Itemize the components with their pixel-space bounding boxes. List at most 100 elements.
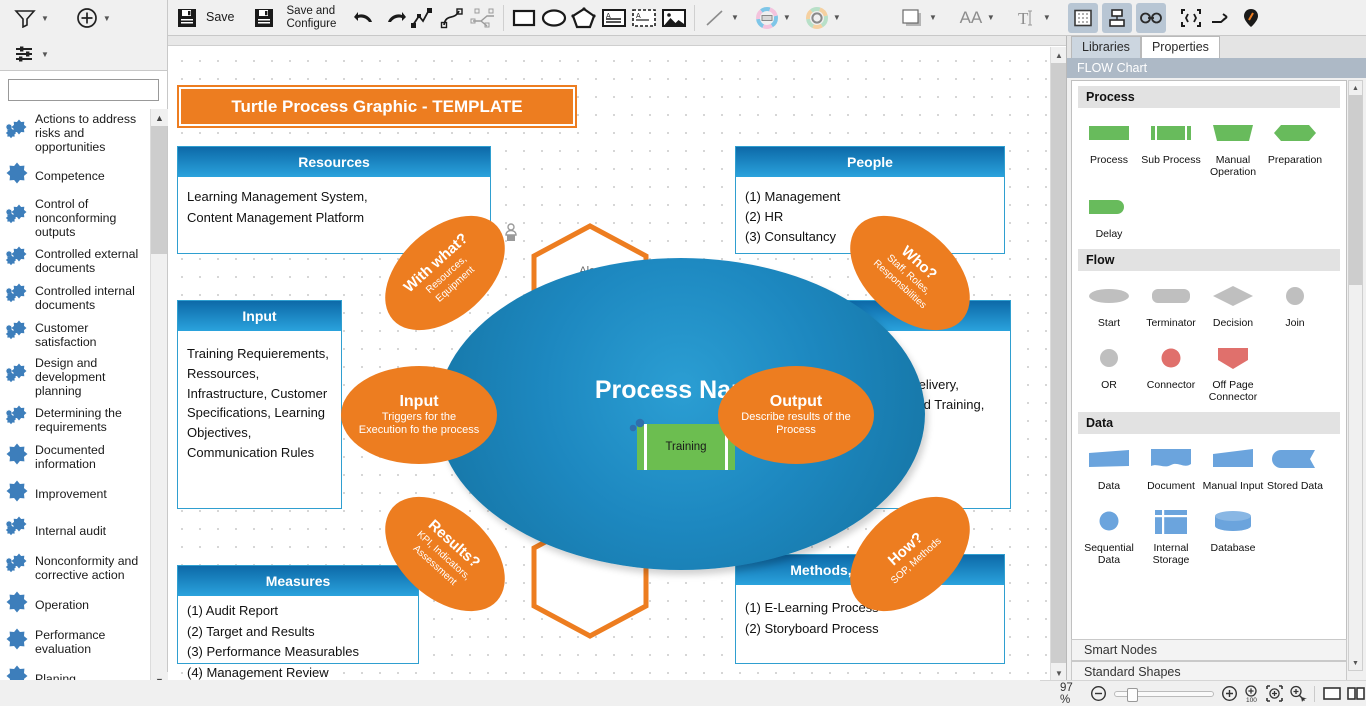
shape-scroll-down-arrow[interactable]: ▼: [1349, 656, 1362, 670]
petal-output[interactable]: Output Describe results of the Process: [718, 366, 874, 464]
two-page-view-icon[interactable]: [1346, 685, 1366, 702]
shape-section-header-process[interactable]: Process: [1078, 86, 1340, 108]
ellipse-icon[interactable]: [539, 3, 569, 33]
snap-arrow-icon[interactable]: [1206, 3, 1236, 33]
polygon-icon[interactable]: [569, 3, 599, 33]
shape-or[interactable]: OR: [1078, 341, 1140, 403]
library-button-smart-nodes[interactable]: Smart Nodes: [1071, 639, 1347, 661]
color-wheel-fill-icon[interactable]: [752, 3, 782, 33]
sidebar-item-3[interactable]: Controlled external documents: [0, 242, 150, 279]
save-button[interactable]: [172, 3, 202, 33]
image-icon[interactable]: [659, 3, 689, 33]
sidebar-scroll-thumb[interactable]: [151, 126, 167, 254]
location-pin-icon[interactable]: [1236, 3, 1266, 33]
zoom-slider[interactable]: [1114, 691, 1214, 697]
sidebar-item-6[interactable]: Design and development planning: [0, 353, 150, 401]
zoom-slider-knob[interactable]: [1127, 688, 1138, 702]
shape-database[interactable]: Database: [1202, 504, 1264, 566]
sidebar-item-4[interactable]: Controlled internal documents: [0, 279, 150, 316]
shape-preparation[interactable]: Preparation: [1264, 116, 1326, 178]
petal-input[interactable]: Input Triggers for the Execution fo the …: [341, 366, 497, 464]
shape-connector[interactable]: Connector: [1140, 341, 1202, 403]
align-icon[interactable]: [1102, 3, 1132, 33]
funnel-icon[interactable]: [10, 3, 40, 33]
shape-document[interactable]: Document: [1140, 442, 1202, 492]
rectangle-icon[interactable]: [509, 3, 539, 33]
sidebar-item-9[interactable]: Improvement: [0, 475, 150, 512]
line-style-caret[interactable]: ▼: [731, 13, 739, 22]
shape-scroll-thumb[interactable]: [1349, 95, 1362, 285]
shape-stored-data[interactable]: Stored Data: [1264, 442, 1326, 492]
zoom-100-icon[interactable]: 100: [1242, 684, 1261, 703]
dashed-text-box-icon[interactable]: A: [629, 3, 659, 33]
sidebar-item-7[interactable]: Determining the requirements: [0, 401, 150, 438]
shape-manual-operation[interactable]: Manual Operation: [1202, 116, 1264, 178]
diagonal-line-icon[interactable]: [700, 3, 730, 33]
shape-library-scrollbar[interactable]: ▲ ▼: [1348, 80, 1363, 671]
expand-brackets-icon[interactable]: [1176, 3, 1206, 33]
sidebar-item-11[interactable]: Nonconformity and corrective action: [0, 549, 150, 586]
sidebar-item-2[interactable]: Control of nonconforming outputs: [0, 194, 150, 242]
shape-terminator[interactable]: Terminator: [1140, 279, 1202, 329]
sidebar-item-10[interactable]: Internal audit: [0, 512, 150, 549]
settings-dropdown-caret[interactable]: ▼: [41, 50, 49, 59]
shape-scroll-up-arrow[interactable]: ▲: [1349, 81, 1362, 95]
color-wheel-line-icon[interactable]: [802, 3, 832, 33]
shape-section-header-data[interactable]: Data: [1078, 412, 1340, 434]
shape-internal-storage[interactable]: Internal Storage: [1140, 504, 1202, 566]
zoom-select-icon[interactable]: [1288, 684, 1307, 703]
fit-page-icon[interactable]: [1265, 684, 1284, 703]
add-dropdown-caret[interactable]: ▼: [103, 14, 111, 23]
sidebar-scrollbar[interactable]: ▲ ▼: [150, 109, 167, 689]
shadow-square-icon[interactable]: [898, 3, 928, 33]
shape-section-header-flow[interactable]: Flow: [1078, 249, 1340, 271]
shape-start[interactable]: Start: [1078, 279, 1140, 329]
save-configure-label-line1[interactable]: Save and: [287, 5, 337, 18]
text-box-icon[interactable]: A: [599, 3, 629, 33]
sliders-icon[interactable]: [10, 39, 40, 69]
link-icon[interactable]: [1136, 3, 1166, 33]
plus-circle-icon[interactable]: [72, 3, 102, 33]
canvas-vscroll-thumb[interactable]: [1051, 63, 1066, 663]
grid-icon[interactable]: [1068, 3, 1098, 33]
redo-icon[interactable]: [380, 3, 410, 33]
panel-input[interactable]: Input Training Requierements, Ressources…: [177, 300, 342, 509]
canvas-scroll-up-arrow[interactable]: ▲: [1051, 47, 1067, 63]
text-tool-caret[interactable]: ▼: [1043, 13, 1051, 22]
font-size-icon[interactable]: AA: [956, 3, 986, 33]
tab-properties[interactable]: Properties: [1141, 36, 1220, 58]
shape-decision[interactable]: Decision: [1202, 279, 1264, 329]
search-input[interactable]: [8, 79, 159, 101]
sidebar-item-0[interactable]: Actions to address risks and opportuniti…: [0, 109, 150, 157]
undo-icon[interactable]: [350, 3, 380, 33]
line-color-caret[interactable]: ▼: [833, 13, 841, 22]
polyline-icon[interactable]: [408, 3, 438, 33]
tab-libraries[interactable]: Libraries: [1071, 36, 1141, 58]
sidebar-item-12[interactable]: Operation: [0, 586, 150, 623]
shape-process[interactable]: Process: [1078, 116, 1140, 178]
font-size-caret[interactable]: ▼: [987, 13, 995, 22]
save-label[interactable]: Save: [206, 11, 235, 24]
diagram-canvas[interactable]: Turtle Process Graphic - TEMPLATE Resour…: [168, 47, 1050, 681]
minus-circle-icon[interactable]: [1090, 685, 1107, 702]
panel-measures[interactable]: Measures (1) Audit Report (2) Target and…: [177, 565, 419, 664]
sidebar-scroll-up-arrow[interactable]: ▲: [151, 109, 168, 126]
fill-color-caret[interactable]: ▼: [783, 13, 791, 22]
save-and-configure-button[interactable]: [249, 3, 279, 33]
canvas-scroll-down-arrow[interactable]: ▼: [1051, 665, 1067, 681]
shape-join[interactable]: Join: [1264, 279, 1326, 329]
sidebar-item-8[interactable]: Documented information: [0, 438, 150, 475]
sidebar-item-5[interactable]: Customer satisfaction: [0, 316, 150, 353]
shape-off-page-connector[interactable]: Off Page Connector: [1202, 341, 1264, 403]
canvas-vertical-scrollbar[interactable]: ▲ ▼: [1050, 47, 1066, 681]
sidebar-item-13[interactable]: Performance evaluation: [0, 623, 150, 660]
save-configure-label-line2[interactable]: Configure: [287, 18, 337, 31]
diagram-title-banner[interactable]: Turtle Process Graphic - TEMPLATE: [177, 85, 577, 128]
shape-data[interactable]: Data: [1078, 442, 1140, 492]
shadow-style-caret[interactable]: ▼: [929, 13, 937, 22]
shape-delay[interactable]: Delay: [1078, 190, 1140, 240]
library-title[interactable]: FLOW Chart: [1067, 58, 1366, 78]
sidebar-item-1[interactable]: Competence: [0, 157, 150, 194]
connector-node-icon[interactable]: [468, 3, 498, 33]
shape-sequential-data[interactable]: Sequential Data: [1078, 504, 1140, 566]
